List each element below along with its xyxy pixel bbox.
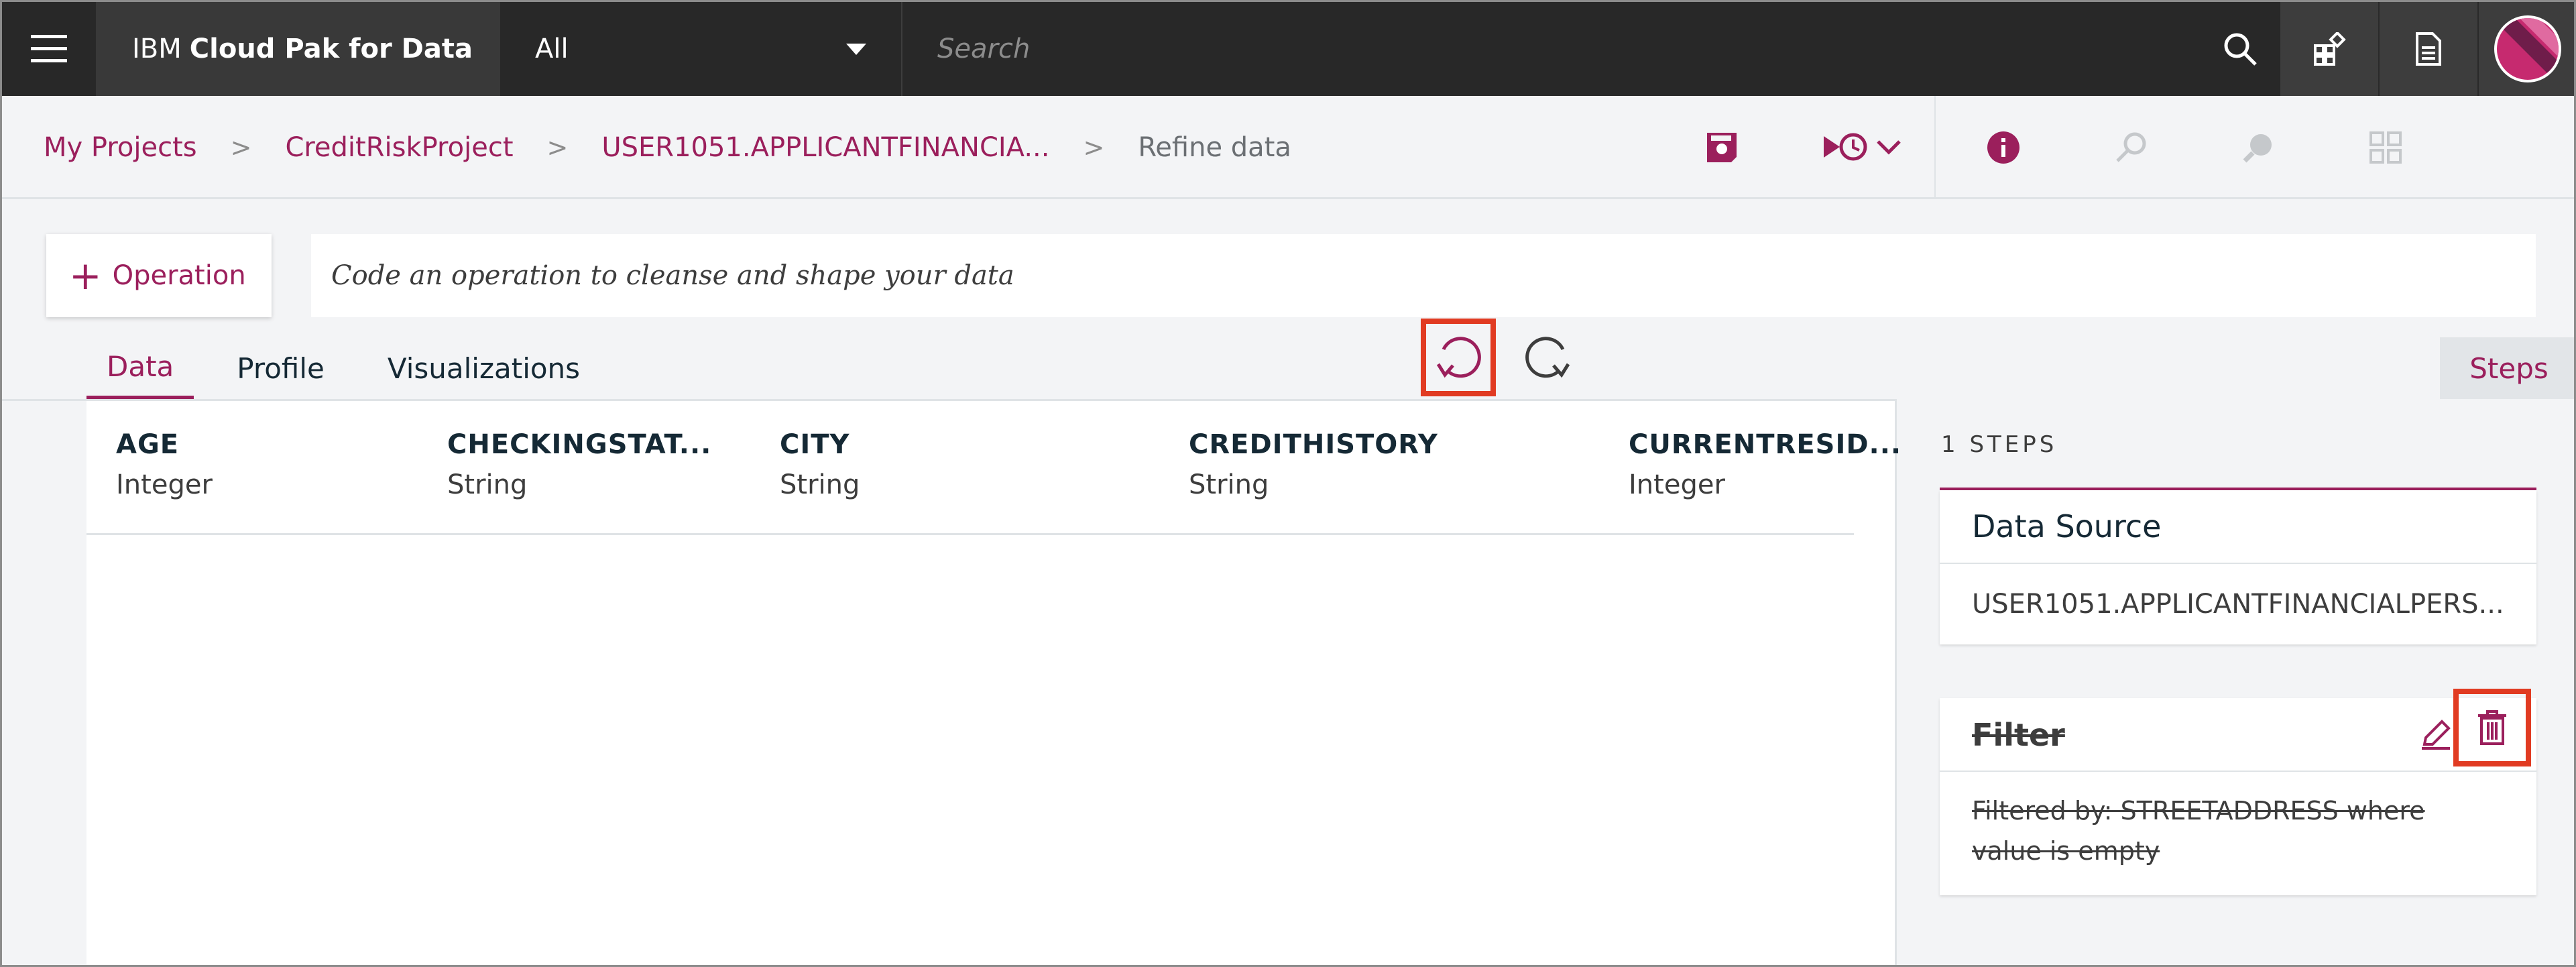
search-input[interactable]: [937, 34, 2144, 64]
wrench-icon[interactable]: [2107, 123, 2154, 172]
chevron-down-icon[interactable]: [1869, 123, 1909, 172]
column-header-city[interactable]: CITY String: [780, 429, 860, 500]
step-title: Filter: [1972, 717, 2065, 753]
brand-prefix: IBM: [132, 34, 182, 64]
row-number-gutter: [2, 401, 86, 965]
plus-icon: +: [69, 253, 102, 298]
scope-selected-value: All: [535, 34, 569, 64]
tab-visualizations[interactable]: Visualizations: [367, 337, 600, 399]
breadcrumb-project[interactable]: CreditRiskProject: [285, 132, 513, 163]
column-header-age[interactable]: AGE Integer: [116, 429, 213, 500]
redo-icon[interactable]: [1511, 319, 1586, 396]
breadcrumb-current: Refine data: [1138, 132, 1291, 163]
steps-toggle-button[interactable]: Steps: [2440, 337, 2574, 399]
toolbar-divider: [1934, 96, 1936, 199]
step-header: Filter: [1940, 689, 2536, 772]
column-name: CREDITHISTORY: [1189, 429, 1438, 460]
breadcrumb-my-projects[interactable]: My Projects: [44, 132, 197, 163]
trash-icon[interactable]: [2453, 689, 2531, 766]
data-table: AGE Integer CHECKINGSTAT... String CITY …: [2, 399, 1901, 965]
product-brand[interactable]: IBM Cloud Pak for Data: [96, 2, 500, 96]
step-title: Data Source: [1940, 490, 2536, 564]
scope-dropdown[interactable]: All: [500, 2, 902, 96]
column-header-checkingstatus[interactable]: CHECKINGSTAT... String: [447, 429, 711, 500]
column-name: AGE: [116, 429, 180, 460]
view-tabs: Data Profile Visualizations: [86, 337, 623, 399]
step-description-line: Filtered by: STREETADDRESS where: [1972, 796, 2425, 826]
brand-name: Cloud Pak for Data: [189, 34, 473, 64]
topbar-actions: [2280, 2, 2574, 96]
column-name: CURRENTRESID...: [1629, 429, 1902, 460]
column-type: String: [447, 469, 528, 500]
caret-down-icon: [846, 44, 866, 55]
save-icon[interactable]: [1698, 123, 1745, 172]
code-operation-field: [311, 234, 2536, 317]
undo-icon[interactable]: [1421, 319, 1496, 396]
app-window: IBM Cloud Pak for Data All My Pr: [0, 0, 2576, 967]
step-description: USER1051.APPLICANTFINANCIALPERS...: [1972, 589, 2504, 620]
column-name: CHECKINGSTAT...: [447, 429, 712, 460]
catalog-icon[interactable]: [2280, 2, 2380, 96]
breadcrumb: My Projects > CreditRiskProject > USER10…: [44, 96, 1291, 199]
breadcrumb-separator-icon: >: [230, 133, 252, 162]
column-type: String: [780, 469, 860, 500]
top-navigation-bar: IBM Cloud Pak for Data All: [2, 2, 2574, 96]
hamburger-menu-icon[interactable]: [2, 2, 96, 96]
global-search: [902, 2, 2278, 96]
column-type: Integer: [116, 469, 213, 500]
breadcrumb-asset[interactable]: USER1051.APPLICANTFINANCIA...: [601, 132, 1049, 163]
breadcrumb-bar: My Projects > CreditRiskProject > USER10…: [2, 96, 2574, 199]
paint-icon[interactable]: [2235, 123, 2282, 172]
steps-count: 1 STEPS: [1941, 431, 2058, 458]
avatar: [2494, 15, 2561, 82]
info-icon[interactable]: [1980, 123, 2027, 172]
step-description-line: value is empty: [1972, 836, 2160, 866]
column-name: CITY: [780, 429, 850, 460]
grid-icon[interactable]: [2362, 123, 2409, 172]
table-header: AGE Integer CHECKINGSTAT... String CITY …: [86, 401, 1901, 535]
column-type: String: [1189, 469, 1269, 500]
search-icon[interactable]: [2200, 2, 2280, 96]
step-card-filter[interactable]: Filter Filtered by: STREETADDRESS where …: [1940, 689, 2536, 895]
step-description: Filtered by: STREETADDRESS where value i…: [1972, 791, 2481, 871]
breadcrumb-separator-icon: >: [546, 133, 569, 162]
tab-profile[interactable]: Profile: [217, 337, 345, 399]
step-card-data-source[interactable]: Data Source USER1051.APPLICANTFINANCIALP…: [1940, 490, 2536, 644]
column-header-credithistory[interactable]: CREDITHISTORY String: [1189, 429, 1438, 500]
code-operation-input[interactable]: [331, 260, 2477, 291]
column-type: Integer: [1629, 469, 1725, 500]
tab-data[interactable]: Data: [86, 337, 194, 399]
breadcrumb-separator-icon: >: [1083, 133, 1105, 162]
document-icon[interactable]: [2380, 2, 2479, 96]
add-operation-button[interactable]: + Operation: [46, 234, 272, 317]
operation-label: Operation: [112, 260, 246, 291]
user-menu[interactable]: [2479, 2, 2574, 96]
column-header-currentresidence[interactable]: CURRENTRESID... Integer: [1629, 429, 1901, 500]
